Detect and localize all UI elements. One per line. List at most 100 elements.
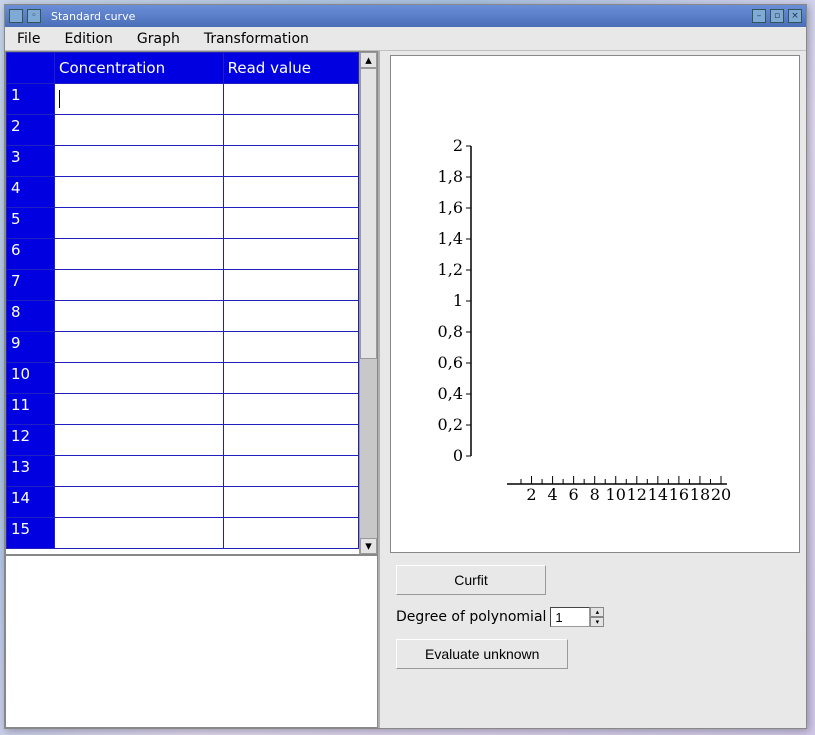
cell-readvalue[interactable] [223,239,358,270]
cell-readvalue[interactable] [223,177,358,208]
svg-text:20: 20 [711,485,731,504]
row-header[interactable]: 14 [7,487,55,518]
row-header[interactable]: 4 [7,177,55,208]
scroll-down-button[interactable]: ▾ [360,538,377,554]
row-header[interactable]: 3 [7,146,55,177]
cell-readvalue[interactable] [223,115,358,146]
maximize-button[interactable]: ▫ [770,9,784,23]
cell-readvalue[interactable] [223,363,358,394]
row-header[interactable]: 1 [7,84,55,115]
svg-text:0: 0 [453,446,463,465]
table-row: 3 [7,146,359,177]
degree-input[interactable] [550,607,590,627]
row-header[interactable]: 11 [7,394,55,425]
minimize-button[interactable]: – [752,9,766,23]
svg-text:12: 12 [627,485,647,504]
svg-text:1: 1 [453,291,463,310]
cell-concentration[interactable] [55,518,224,549]
titlebar[interactable]: ◦ Standard curve – ▫ × [5,5,806,27]
cell-concentration[interactable] [55,270,224,301]
cell-readvalue[interactable] [223,332,358,363]
row-header[interactable]: 9 [7,332,55,363]
svg-text:0,2: 0,2 [438,415,463,434]
cell-readvalue[interactable] [223,270,358,301]
cell-concentration[interactable] [55,115,224,146]
menu-graph[interactable]: Graph [133,29,184,49]
cell-readvalue[interactable] [223,146,358,177]
plot-panel: 00,20,40,60,811,21,41,61,822468101214161… [390,55,800,553]
cell-readvalue[interactable] [223,301,358,332]
evaluate-unknown-button[interactable]: Evaluate unknown [396,639,568,669]
cell-concentration[interactable] [55,239,224,270]
cell-concentration[interactable] [55,332,224,363]
row-header[interactable]: 5 [7,208,55,239]
svg-text:18: 18 [690,485,710,504]
cell-concentration[interactable] [55,208,224,239]
degree-label: Degree of polynomial [396,609,546,625]
degree-down-button[interactable]: ▾ [590,617,604,627]
svg-text:1,4: 1,4 [438,229,463,248]
cell-readvalue[interactable] [223,394,358,425]
cell-readvalue[interactable] [223,487,358,518]
row-header[interactable]: 8 [7,301,55,332]
row-header[interactable]: 6 [7,239,55,270]
svg-text:2: 2 [526,485,536,504]
cell-concentration[interactable] [55,456,224,487]
cell-concentration[interactable] [55,301,224,332]
cell-readvalue[interactable] [223,208,358,239]
row-header[interactable]: 10 [7,363,55,394]
degree-spinner[interactable]: ▴ ▾ [550,607,604,627]
cell-readvalue[interactable] [223,456,358,487]
menu-edition[interactable]: Edition [60,29,116,49]
scroll-up-button[interactable]: ▴ [360,52,377,68]
row-header[interactable]: 15 [7,518,55,549]
svg-text:8: 8 [590,485,600,504]
degree-up-button[interactable]: ▴ [590,607,604,617]
row-header[interactable]: 12 [7,425,55,456]
cell-concentration[interactable] [55,177,224,208]
close-button[interactable]: × [788,9,802,23]
cell-concentration[interactable] [55,487,224,518]
cell-concentration[interactable] [55,146,224,177]
svg-text:1,8: 1,8 [438,167,463,186]
output-text-area[interactable] [5,555,378,728]
svg-text:10: 10 [606,485,626,504]
svg-text:1,2: 1,2 [438,260,463,279]
table-corner [7,53,55,84]
table-scrollbar[interactable]: ▴ ▾ [359,52,377,554]
svg-text:4: 4 [547,485,557,504]
cell-readvalue[interactable] [223,425,358,456]
app-icon [9,9,23,23]
curfit-button[interactable]: Curfit [396,565,546,595]
right-pane: 00,20,40,60,811,21,41,61,822468101214161… [380,51,806,728]
cell-concentration[interactable] [55,394,224,425]
table-row: 2 [7,115,359,146]
menu-transformation[interactable]: Transformation [200,29,313,49]
menubar: File Edition Graph Transformation [5,27,806,51]
table-row: 1 [7,84,359,115]
table-row: 7 [7,270,359,301]
svg-text:14: 14 [648,485,668,504]
cell-concentration[interactable] [55,84,224,115]
table-row: 8 [7,301,359,332]
window-menu-button[interactable]: ◦ [27,9,41,23]
scroll-thumb[interactable] [360,68,377,359]
svg-text:16: 16 [669,485,689,504]
scroll-track[interactable] [360,68,377,538]
svg-text:0,6: 0,6 [438,353,463,372]
row-header[interactable]: 7 [7,270,55,301]
col-header-readvalue[interactable]: Read value [223,53,358,84]
table-row: 4 [7,177,359,208]
data-table-container: Concentration Read value 123456789101112… [5,51,378,555]
cell-readvalue[interactable] [223,84,358,115]
menu-file[interactable]: File [13,29,44,49]
cell-readvalue[interactable] [223,518,358,549]
cell-concentration[interactable] [55,425,224,456]
table-row: 6 [7,239,359,270]
row-header[interactable]: 13 [7,456,55,487]
col-header-concentration[interactable]: Concentration [55,53,224,84]
cell-concentration[interactable] [55,363,224,394]
row-header[interactable]: 2 [7,115,55,146]
table-row: 14 [7,487,359,518]
app-window: ◦ Standard curve – ▫ × File Edition Grap… [4,4,807,729]
